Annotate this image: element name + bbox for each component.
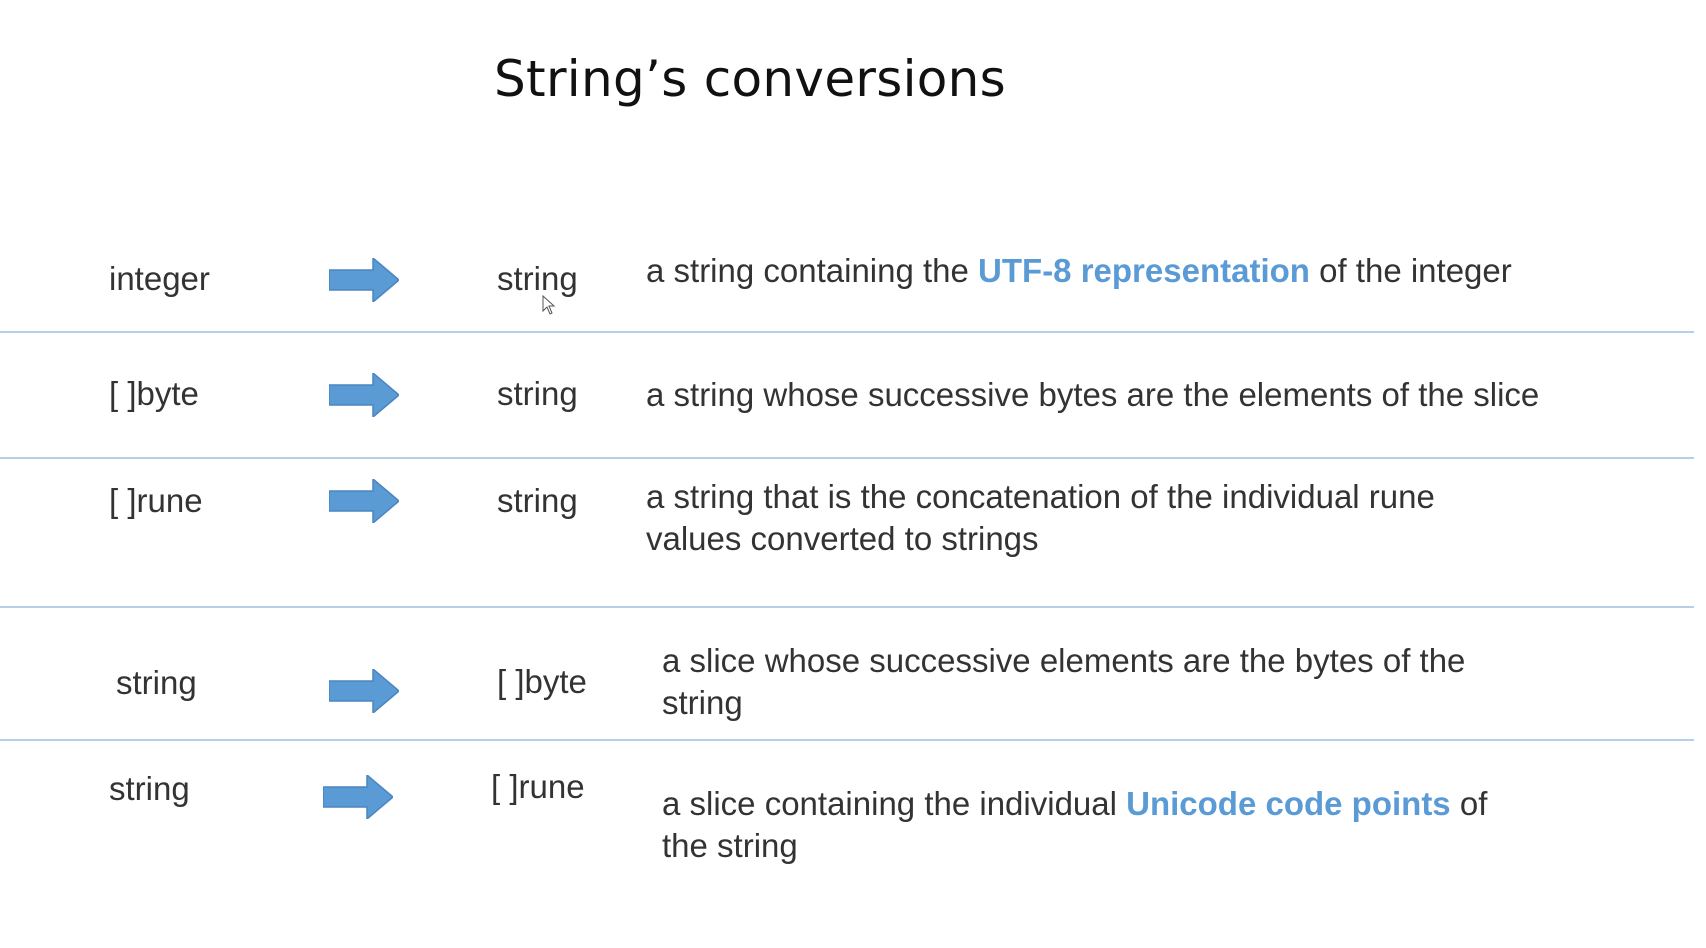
- row-divider: [0, 739, 1694, 741]
- slide-title: String’s conversions: [494, 50, 1007, 108]
- from-type: integer: [109, 260, 210, 297]
- right-arrow-icon: [329, 373, 399, 417]
- from-type: string: [116, 664, 197, 701]
- from-type: string: [109, 770, 190, 807]
- right-arrow-icon: [329, 669, 399, 713]
- from-type: [ ]rune: [109, 482, 203, 519]
- conversion-description: a slice whose successive elements are th…: [662, 642, 1466, 721]
- row-divider: [0, 331, 1694, 333]
- highlight-unicode-code-points: Unicode code points: [1126, 785, 1451, 822]
- to-type: string: [497, 482, 578, 519]
- conversion-description: a slice containing the individual Unicod…: [662, 785, 1488, 864]
- conversion-description: a string containing the UTF-8 representa…: [646, 252, 1512, 289]
- to-type: [ ]byte: [497, 663, 587, 700]
- right-arrow-icon: [329, 479, 399, 523]
- from-type: [ ]byte: [109, 375, 199, 412]
- conversion-description: a string that is the concatenation of th…: [646, 478, 1435, 557]
- row-divider: [0, 606, 1694, 608]
- to-type: string: [497, 260, 578, 297]
- mouse-cursor-icon: [542, 295, 556, 315]
- row-divider: [0, 457, 1694, 459]
- highlight-utf8-representation: UTF-8 representation: [978, 252, 1310, 289]
- right-arrow-icon: [323, 775, 393, 819]
- conversion-description: a string whose successive bytes are the …: [646, 376, 1540, 413]
- right-arrow-icon: [329, 258, 399, 302]
- to-type: [ ]rune: [491, 768, 585, 805]
- to-type: string: [497, 375, 578, 412]
